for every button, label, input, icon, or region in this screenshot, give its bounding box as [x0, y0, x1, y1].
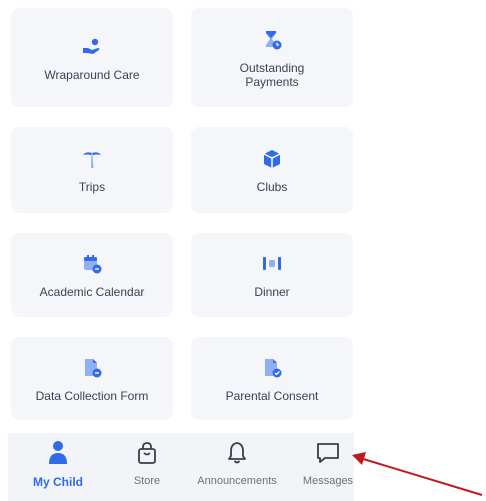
- annotation-arrow: [352, 452, 483, 496]
